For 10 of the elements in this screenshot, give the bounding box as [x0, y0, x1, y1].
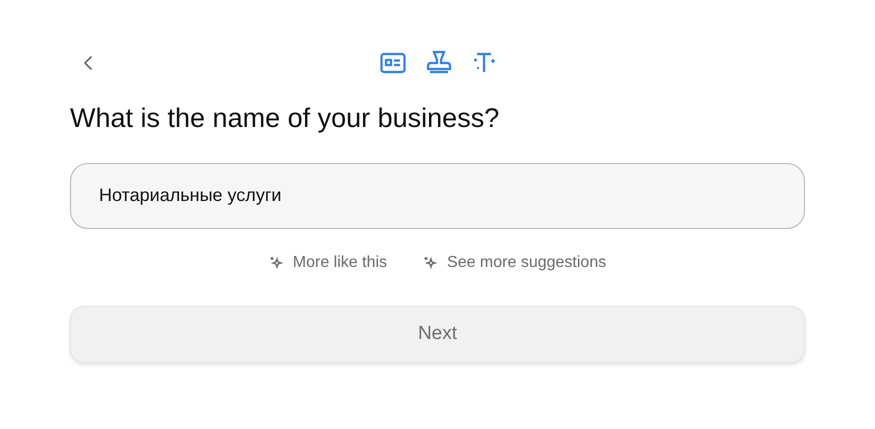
id-card-icon [380, 52, 406, 74]
suggestion-link[interactable]: See more suggestions [423, 250, 606, 274]
suggestion-link[interactable]: More like this [268, 250, 388, 274]
business-name-field[interactable]: Нотариальные услуги [70, 162, 805, 228]
sparkle-icon [423, 256, 438, 270]
sparkle-icon [268, 256, 283, 270]
stamp-icon [426, 50, 452, 76]
text-sparkle-icon [472, 52, 496, 74]
question-heading: What is the name of your business? [70, 102, 500, 135]
next-button[interactable]: Next [70, 306, 805, 362]
